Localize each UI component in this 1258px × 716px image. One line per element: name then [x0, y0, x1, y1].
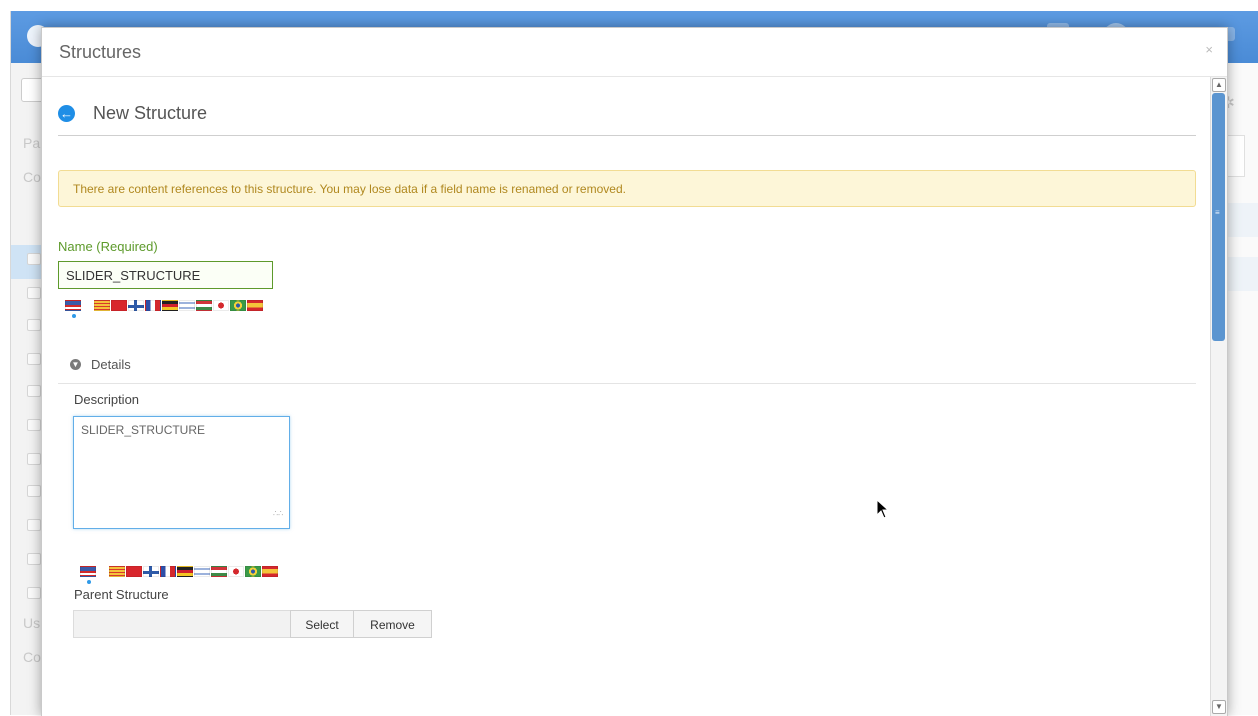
details-toggle[interactable]: ▼ Details	[58, 351, 1196, 384]
modal-body: ← New Structure There are content refere…	[42, 77, 1209, 716]
flag-hungary-icon[interactable]	[211, 566, 227, 577]
flag-israel-icon[interactable]	[194, 566, 210, 577]
description-label: Description	[74, 392, 140, 407]
scrollbar-thumb[interactable]: ≡	[1212, 93, 1225, 341]
flag-finland-icon[interactable]	[128, 300, 144, 311]
arrow-left-circle-icon[interactable]: ←	[58, 105, 75, 122]
flag-israel-icon[interactable]	[179, 300, 195, 311]
flag-germany-icon[interactable]	[162, 300, 178, 311]
flag-catalan-icon[interactable]	[109, 566, 125, 577]
background-sidebar-icon	[27, 287, 41, 299]
scroll-up-arrow-icon[interactable]: ▲	[1212, 78, 1226, 92]
flag-us-icon[interactable]	[65, 300, 81, 318]
sub-header: ← New Structure	[58, 101, 1196, 136]
remove-button[interactable]: Remove	[353, 610, 432, 638]
selected-language-indicator	[72, 314, 76, 318]
background-sidebar-icon	[27, 419, 41, 431]
flag-finland-icon[interactable]	[143, 566, 159, 577]
name-field-label: Name (Required)	[58, 239, 158, 254]
background-sidebar-icon	[27, 353, 41, 365]
description-textarea[interactable]: SLIDER_STRUCTURE	[73, 416, 290, 529]
flag-japan-icon[interactable]	[213, 300, 229, 311]
name-language-selector	[65, 300, 264, 318]
flag-spain-icon[interactable]	[247, 300, 263, 311]
flag-spain-icon[interactable]	[262, 566, 278, 577]
select-button[interactable]: Select	[290, 610, 354, 638]
flag-hungary-icon[interactable]	[196, 300, 212, 311]
parent-structure-field	[73, 610, 291, 638]
background-sidebar-icon	[27, 385, 41, 397]
flag-france-icon[interactable]	[145, 300, 161, 311]
description-language-selector	[80, 566, 279, 584]
flag-catalan-icon[interactable]	[94, 300, 110, 311]
structures-modal: Structures × ← New Structure There are c…	[41, 27, 1228, 716]
warning-alert-text: There are content references to this str…	[73, 182, 626, 196]
close-icon[interactable]: ×	[1205, 42, 1213, 57]
resize-grip-icon[interactable]: ∴∴	[273, 509, 283, 518]
background-sidebar-icon	[27, 553, 41, 565]
parent-structure-label: Parent Structure	[74, 587, 169, 602]
background-sidebar-icon	[27, 587, 41, 599]
clipped-caption-strip	[0, 0, 1258, 11]
flag-china-icon[interactable]	[126, 566, 142, 577]
scroll-down-arrow-icon[interactable]: ▼	[1212, 700, 1226, 714]
vertical-scrollbar[interactable]: ▲ ≡ ▼	[1210, 77, 1227, 716]
background-sidebar-icon	[27, 485, 41, 497]
flag-germany-icon[interactable]	[177, 566, 193, 577]
background-sidebar-text: Co	[23, 169, 41, 185]
scrollbar-grip-icon: ≡	[1215, 208, 1220, 217]
name-input[interactable]	[58, 261, 273, 289]
flag-brazil-icon[interactable]	[230, 300, 246, 311]
flag-us-icon[interactable]	[80, 566, 96, 584]
background-sidebar-text: Pa	[23, 135, 41, 151]
flag-japan-icon[interactable]	[228, 566, 244, 577]
mouse-pointer-icon	[876, 499, 890, 519]
warning-alert: There are content references to this str…	[58, 170, 1196, 207]
background-sidebar-icon	[27, 453, 41, 465]
flag-china-icon[interactable]	[111, 300, 127, 311]
selected-language-indicator	[87, 580, 91, 584]
background-sidebar-icon	[27, 519, 41, 531]
background-sidebar-icon	[27, 253, 41, 265]
page-title: New Structure	[93, 103, 208, 123]
chevron-down-circle-icon: ▼	[70, 359, 81, 370]
flag-france-icon[interactable]	[160, 566, 176, 577]
details-label: Details	[91, 357, 131, 372]
background-sidebar-text: Us	[23, 615, 41, 631]
background-sidebar: Pa Co Us Co	[11, 63, 45, 715]
background-sidebar-text: Co	[23, 649, 41, 665]
modal-title: Structures	[59, 42, 142, 62]
modal-header: Structures ×	[42, 28, 1227, 77]
flag-brazil-icon[interactable]	[245, 566, 261, 577]
background-sidebar-icon	[27, 319, 41, 331]
